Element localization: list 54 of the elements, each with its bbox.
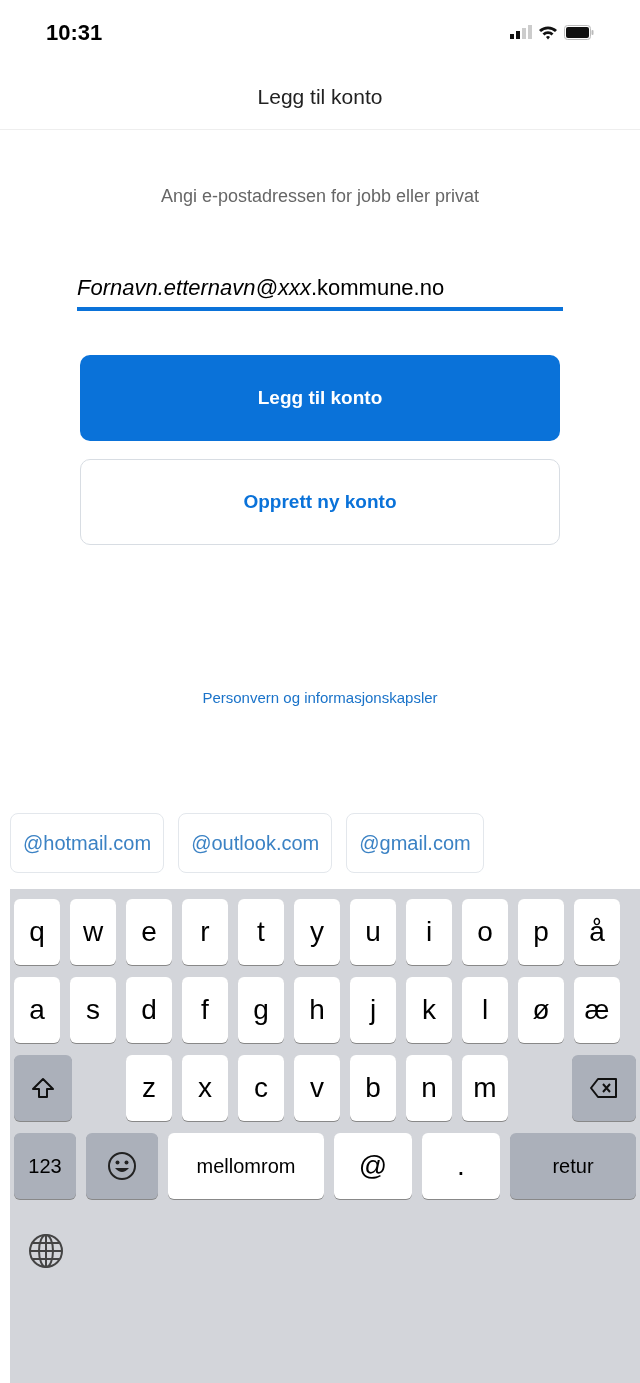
return-key[interactable]: retur xyxy=(510,1132,636,1199)
key[interactable]: c xyxy=(238,1054,284,1121)
key[interactable]: d xyxy=(126,976,172,1043)
backspace-key[interactable] xyxy=(572,1054,636,1121)
shift-key[interactable] xyxy=(14,1054,72,1121)
shift-icon xyxy=(31,1076,55,1099)
key[interactable]: j xyxy=(350,976,396,1043)
key[interactable]: t xyxy=(238,898,284,965)
key[interactable]: ø xyxy=(518,976,564,1043)
key[interactable]: u xyxy=(350,898,396,965)
key[interactable]: a xyxy=(14,976,60,1043)
key[interactable]: . xyxy=(422,1132,500,1199)
key[interactable]: e xyxy=(126,898,172,965)
space-key[interactable]: mellomrom xyxy=(168,1132,324,1199)
key[interactable]: x xyxy=(182,1054,228,1121)
key[interactable]: æ xyxy=(574,976,620,1043)
instruction-text: Angi e-postadressen for jobb eller privat xyxy=(159,185,481,208)
add-account-button[interactable]: Legg til konto xyxy=(80,355,560,441)
privacy-link[interactable]: Personvern og informasjonskapsler xyxy=(202,687,438,710)
key[interactable]: @ xyxy=(334,1132,412,1199)
key[interactable]: r xyxy=(182,898,228,965)
key[interactable]: m xyxy=(462,1054,508,1121)
key[interactable]: q xyxy=(14,898,60,965)
backspace-icon xyxy=(589,1076,619,1099)
key[interactable]: l xyxy=(462,976,508,1043)
signal-icon xyxy=(510,25,532,39)
battery-icon xyxy=(564,24,594,40)
emoji-key[interactable] xyxy=(86,1132,158,1199)
email-suggestion[interactable]: @outlook.com xyxy=(178,812,333,873)
key[interactable]: y xyxy=(294,898,340,965)
globe-icon[interactable] xyxy=(28,1232,64,1269)
key[interactable]: å xyxy=(574,898,620,965)
key[interactable]: f xyxy=(182,976,228,1043)
page-title: Legg til konto xyxy=(257,83,383,110)
key[interactable]: i xyxy=(406,898,452,965)
key[interactable]: s xyxy=(70,976,116,1043)
key[interactable]: p xyxy=(518,898,564,965)
key[interactable]: o xyxy=(462,898,508,965)
email-suggestion[interactable]: @hotmail.com xyxy=(10,812,165,873)
key[interactable]: g xyxy=(238,976,284,1043)
key[interactable]: k xyxy=(406,976,452,1043)
email-field[interactable]: Fornavn.etternavn@xxx.kommune.no xyxy=(77,267,563,311)
key[interactable]: b xyxy=(350,1054,396,1121)
key[interactable]: n xyxy=(406,1054,452,1121)
status-time: 10:31 xyxy=(46,18,103,47)
numbers-key[interactable]: 123 xyxy=(14,1132,76,1199)
wifi-icon xyxy=(538,24,558,40)
key[interactable]: w xyxy=(70,898,116,965)
key[interactable]: h xyxy=(294,976,340,1043)
email-suggestion[interactable]: @gmail.com xyxy=(346,812,484,873)
key[interactable]: z xyxy=(126,1054,172,1121)
smiley-icon xyxy=(107,1150,137,1181)
key[interactable]: v xyxy=(294,1054,340,1121)
create-account-button[interactable]: Opprett ny konto xyxy=(80,459,560,545)
